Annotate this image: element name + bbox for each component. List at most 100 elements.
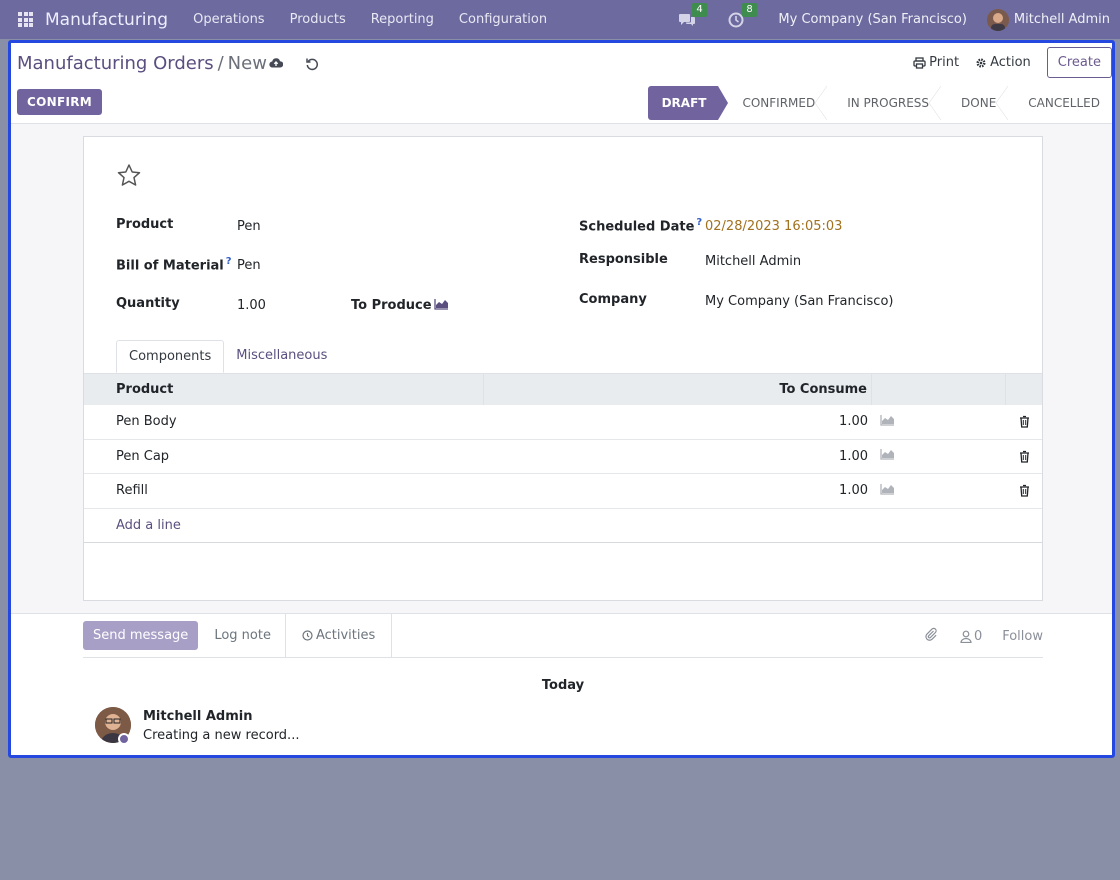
components-table: Product To Consume Pen Body 1.00 Pen Cap… — [84, 373, 1042, 543]
row-product[interactable]: Pen Body — [84, 414, 484, 429]
col-product-header[interactable]: Product — [84, 374, 484, 405]
discard-undo-icon[interactable] — [305, 57, 319, 71]
row-forecast-icon[interactable] — [872, 448, 1006, 464]
row-to-consume[interactable]: 1.00 — [484, 483, 872, 498]
action-button[interactable]: Action — [975, 55, 1031, 70]
scheduled-date-field[interactable]: 02/28/2023 16:05:03 — [705, 219, 842, 234]
trash-icon[interactable] — [1006, 415, 1042, 428]
online-status-dot — [118, 733, 130, 745]
chatter-message: Mitchell Admin Creating a new record... — [83, 693, 1043, 753]
print-button[interactable]: Print — [913, 55, 959, 70]
trash-icon[interactable] — [1006, 484, 1042, 497]
scheduled-date-label-text: Scheduled Date — [579, 219, 695, 235]
top-navbar: Manufacturing Operations Products Report… — [0, 0, 1120, 39]
main-menu: Operations Products Reporting Configurat… — [193, 12, 572, 27]
breadcrumb-current: New — [227, 53, 267, 74]
follow-button[interactable]: Follow — [1002, 629, 1043, 644]
tab-miscellaneous[interactable]: Miscellaneous — [224, 340, 339, 373]
paperclip-icon[interactable] — [924, 627, 938, 645]
forecast-chart-icon[interactable] — [434, 298, 449, 314]
record-status-icons — [269, 57, 341, 71]
stage-cancelled[interactable]: CANCELLED — [1008, 86, 1112, 120]
responsible-field[interactable]: Mitchell Admin — [705, 254, 801, 269]
scheduled-date-label: Scheduled Date? — [579, 217, 702, 234]
activities-label: Activities — [315, 628, 376, 643]
add-line-link[interactable]: Add a line — [84, 518, 484, 533]
menu-operations[interactable]: Operations — [193, 12, 264, 27]
chatter-topbar-right: 0 Follow — [924, 614, 1043, 658]
breadcrumb: Manufacturing Orders / New — [17, 53, 267, 74]
quantity-label: Quantity — [116, 296, 180, 311]
company-field[interactable]: My Company (San Francisco) — [705, 294, 893, 309]
breadcrumb-separator: / — [217, 53, 224, 74]
user-name[interactable]: Mitchell Admin — [1014, 12, 1110, 27]
activities-clock-icon[interactable]: 8 — [728, 2, 757, 28]
quantity-field[interactable]: 1.00 — [237, 298, 266, 313]
menu-configuration[interactable]: Configuration — [459, 12, 547, 27]
bom-field[interactable]: Pen — [237, 258, 261, 273]
table-row[interactable]: Pen Body 1.00 — [84, 405, 1042, 440]
stage-confirmed[interactable]: CONFIRMED — [718, 86, 827, 120]
row-forecast-icon[interactable] — [872, 414, 1006, 430]
log-note-button[interactable]: Log note — [214, 613, 286, 658]
company-switcher[interactable]: My Company (San Francisco) — [778, 12, 966, 27]
row-product[interactable]: Refill — [84, 483, 484, 498]
chatter-topbar: Send message Log note Activities 0 Follo… — [83, 613, 1043, 658]
top-actions: Print Action Create — [913, 47, 1112, 78]
breadcrumb-parent[interactable]: Manufacturing Orders — [17, 53, 214, 74]
add-line-row: Add a line — [84, 509, 1042, 543]
company-label: Company — [579, 292, 647, 307]
stage-done[interactable]: DONE — [941, 86, 1009, 120]
menu-products[interactable]: Products — [290, 12, 346, 27]
user-icon — [960, 630, 972, 643]
bom-help-icon[interactable]: ? — [226, 256, 232, 267]
app-brand[interactable]: Manufacturing — [45, 10, 168, 30]
date-separator: Today — [541, 678, 585, 693]
send-message-button[interactable]: Send message — [83, 621, 199, 650]
row-to-consume[interactable]: 1.00 — [484, 414, 872, 429]
table-row[interactable]: Pen Cap 1.00 — [84, 440, 1042, 474]
form-sheet: Product Pen Bill of Material? Pen Quanti… — [83, 136, 1043, 601]
priority-star-icon[interactable] — [116, 163, 142, 189]
table-row[interactable]: Refill 1.00 — [84, 474, 1042, 509]
product-label: Product — [116, 217, 174, 232]
status-bar: DRAFT CONFIRMED IN PROGRESS DONE CANCELL… — [647, 86, 1112, 120]
bom-label-text: Bill of Material — [116, 258, 224, 274]
activities-count-badge: 8 — [742, 2, 757, 17]
clock-icon — [302, 630, 313, 641]
row-to-consume[interactable]: 1.00 — [484, 449, 872, 464]
trash-icon[interactable] — [1006, 450, 1042, 463]
control-panel: Manufacturing Orders / New Print Action Cr… — [11, 43, 1112, 124]
menu-reporting[interactable]: Reporting — [371, 12, 434, 27]
table-header: Product To Consume — [84, 373, 1042, 405]
messages-icon[interactable]: 4 — [678, 2, 707, 28]
followers-count: 0 — [973, 628, 983, 644]
tab-components[interactable]: Components — [116, 340, 225, 373]
chatter: Send message Log note Activities 0 Follo… — [83, 613, 1043, 753]
activities-button[interactable]: Activities — [286, 613, 393, 658]
form-sheet-background: Product Pen Bill of Material? Pen Quanti… — [11, 124, 1112, 614]
messages-count-badge: 4 — [692, 2, 707, 17]
message-author[interactable]: Mitchell Admin — [143, 709, 252, 724]
user-avatar[interactable] — [986, 8, 1009, 31]
stage-draft: DRAFT — [647, 86, 729, 120]
product-field[interactable]: Pen — [237, 219, 261, 234]
notebook-tabs: Components Miscellaneous — [116, 340, 339, 373]
form-view: Manufacturing Orders / New Print Action Cr… — [8, 40, 1115, 758]
to-produce-label: To Produce — [351, 298, 432, 313]
print-label: Print — [929, 55, 960, 70]
app-menu-icon[interactable] — [18, 12, 33, 27]
printer-icon — [913, 56, 926, 69]
action-label: Action — [990, 55, 1031, 70]
row-forecast-icon[interactable] — [872, 483, 1006, 499]
save-cloud-icon[interactable] — [269, 57, 284, 71]
col-to-consume-header[interactable]: To Consume — [484, 374, 872, 405]
row-product[interactable]: Pen Cap — [84, 449, 484, 464]
followers-button[interactable]: 0 — [960, 629, 982, 644]
stage-in-progress[interactable]: IN PROGRESS — [827, 86, 941, 120]
create-button[interactable]: Create — [1046, 47, 1112, 78]
scheduled-date-help-icon[interactable]: ? — [696, 217, 702, 228]
message-body: Creating a new record... — [143, 728, 300, 743]
responsible-label: Responsible — [579, 252, 668, 267]
confirm-button[interactable]: CONFIRM — [17, 89, 102, 115]
